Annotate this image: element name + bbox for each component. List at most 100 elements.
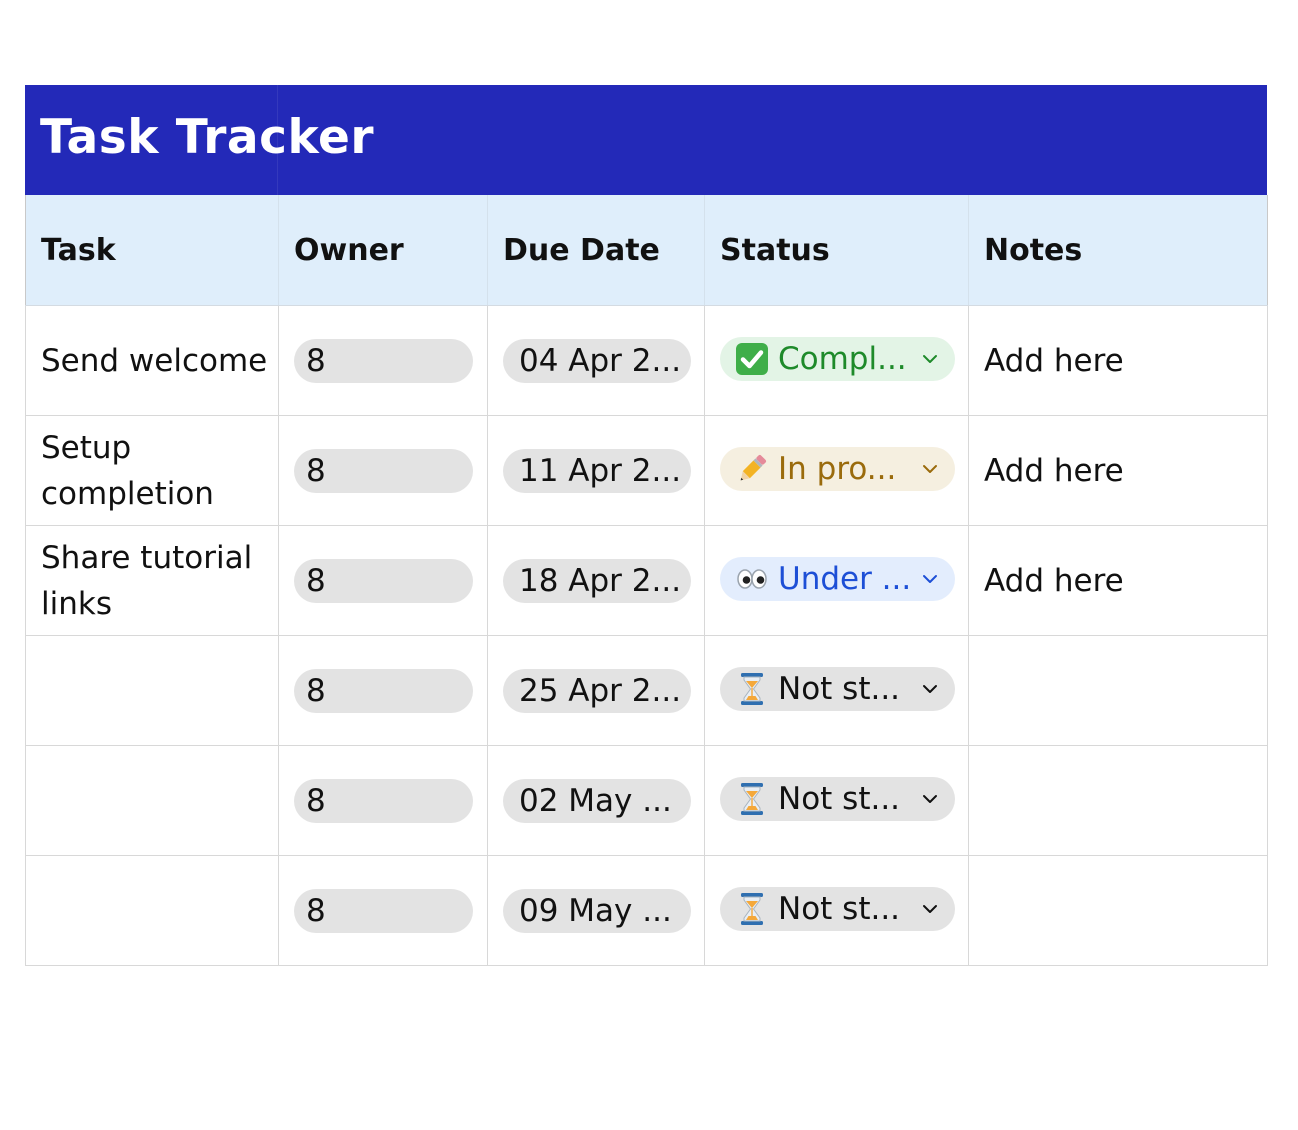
due-date-chip[interactable]: 11 Apr 2...: [503, 448, 691, 493]
due-date-value: 09 May ...: [519, 892, 672, 929]
table-row: Share tutorial links 8 18 Apr 2... Under ..…: [25, 525, 1268, 636]
chevron-down-icon[interactable]: [915, 464, 945, 474]
task-name: Share tutorial links: [41, 539, 253, 622]
notes-cell[interactable]: [968, 745, 1268, 856]
status-cell: Not st...: [704, 855, 969, 966]
chevron-down-icon[interactable]: [915, 794, 945, 804]
due-date-chip[interactable]: 02 May ...: [503, 778, 691, 823]
task-cell[interactable]: [25, 745, 279, 856]
chevron-down-icon[interactable]: [915, 904, 945, 914]
header-row: Task Owner Due Date Status Notes: [25, 195, 1268, 306]
task-table: Task Owner Due Date Status Notes Send we…: [25, 195, 1268, 966]
owner-chip[interactable]: 8: [294, 558, 473, 603]
due-date-value: 02 May ...: [519, 782, 672, 819]
owner-chip[interactable]: 8: [294, 668, 473, 713]
task-cell[interactable]: Share tutorial links: [25, 525, 279, 636]
due-date-value: 11 Apr 2...: [519, 452, 682, 489]
owner-value: 8: [306, 562, 326, 599]
status-label: Compl...: [778, 341, 907, 377]
owner-cell: 8: [278, 745, 488, 856]
check-mark-icon: [734, 342, 770, 376]
due-date-chip[interactable]: 18 Apr 2...: [503, 558, 691, 603]
owner-value: 8: [306, 342, 326, 379]
task-cell[interactable]: Send welcome: [25, 305, 279, 416]
task-name: Setup completion: [41, 429, 214, 512]
due-date-cell: 09 May ...: [487, 855, 705, 966]
owner-chip[interactable]: 8: [294, 778, 473, 823]
chevron-down-icon[interactable]: [915, 684, 945, 694]
column-header-task[interactable]: Task: [25, 195, 279, 306]
status-dropdown[interactable]: Under ...: [720, 557, 955, 601]
table-row: 8 25 Apr 2... Not st...: [25, 635, 1268, 746]
owner-value: 8: [306, 892, 326, 929]
task-cell[interactable]: [25, 855, 279, 966]
due-date-value: 04 Apr 2...: [519, 342, 682, 379]
hourglass-icon: [734, 892, 770, 926]
table-row: Send welcome 8 04 Apr 2... Compl... Add here: [25, 305, 1268, 416]
due-date-value: 25 Apr 2...: [519, 672, 682, 709]
owner-chip[interactable]: 8: [294, 448, 473, 493]
owner-chip[interactable]: 8: [294, 888, 473, 933]
status-cell: In pro...: [704, 415, 969, 526]
status-dropdown[interactable]: Compl...: [720, 337, 955, 381]
status-label: Under ...: [778, 561, 912, 597]
owner-value: 8: [306, 452, 326, 489]
title-bar: Task Tracker: [25, 85, 1267, 195]
notes-value: Add here: [984, 452, 1124, 489]
owner-cell: 8: [278, 415, 488, 526]
due-date-value: 18 Apr 2...: [519, 562, 682, 599]
owner-chip[interactable]: 8: [294, 338, 473, 383]
hourglass-icon: [734, 782, 770, 816]
status-label: Not st...: [778, 891, 901, 927]
notes-cell[interactable]: Add here: [968, 525, 1268, 636]
status-cell: Compl...: [704, 305, 969, 416]
due-date-cell: 25 Apr 2...: [487, 635, 705, 746]
hourglass-icon: [734, 672, 770, 706]
due-date-cell: 04 Apr 2...: [487, 305, 705, 416]
table-row: Setup completion 8 11 Apr 2... In pro... Add…: [25, 415, 1268, 526]
due-date-chip[interactable]: 09 May ...: [503, 888, 691, 933]
owner-cell: 8: [278, 305, 488, 416]
status-label: In pro...: [778, 451, 897, 487]
notes-cell[interactable]: Add here: [968, 415, 1268, 526]
due-date-cell: 18 Apr 2...: [487, 525, 705, 636]
status-cell: Not st...: [704, 635, 969, 746]
status-dropdown[interactable]: In pro...: [720, 447, 955, 491]
status-dropdown[interactable]: Not st...: [720, 667, 955, 711]
chevron-down-icon[interactable]: [915, 354, 945, 364]
owner-cell: 8: [278, 855, 488, 966]
task-tracker: Task Tracker Task Owner Due Date Status …: [25, 85, 1268, 966]
status-cell: Under ...: [704, 525, 969, 636]
column-header-owner[interactable]: Owner: [278, 195, 488, 306]
column-header-notes[interactable]: Notes: [968, 195, 1268, 306]
due-date-cell: 02 May ...: [487, 745, 705, 856]
status-cell: Not st...: [704, 745, 969, 856]
column-header-due-date[interactable]: Due Date: [487, 195, 705, 306]
task-name: Send welcome: [41, 342, 268, 379]
owner-cell: 8: [278, 525, 488, 636]
due-date-chip[interactable]: 04 Apr 2...: [503, 338, 691, 383]
chevron-down-icon[interactable]: [915, 574, 945, 584]
table-row: 8 09 May ... Not st...: [25, 855, 1268, 966]
notes-value: Add here: [984, 562, 1124, 599]
pencil-icon: [734, 452, 770, 486]
status-label: Not st...: [778, 671, 901, 707]
status-dropdown[interactable]: Not st...: [720, 887, 955, 931]
notes-cell[interactable]: [968, 635, 1268, 746]
due-date-cell: 11 Apr 2...: [487, 415, 705, 526]
task-cell[interactable]: [25, 635, 279, 746]
notes-cell[interactable]: Add here: [968, 305, 1268, 416]
task-cell[interactable]: Setup completion: [25, 415, 279, 526]
column-header-status[interactable]: Status: [704, 195, 969, 306]
owner-value: 8: [306, 672, 326, 709]
owner-cell: 8: [278, 635, 488, 746]
owner-value: 8: [306, 782, 326, 819]
page-title: Task Tracker: [40, 110, 375, 165]
notes-value: Add here: [984, 342, 1124, 379]
due-date-chip[interactable]: 25 Apr 2...: [503, 668, 691, 713]
status-label: Not st...: [778, 781, 901, 817]
eyes-icon: [734, 562, 770, 596]
table-row: 8 02 May ... Not st...: [25, 745, 1268, 856]
status-dropdown[interactable]: Not st...: [720, 777, 955, 821]
notes-cell[interactable]: [968, 855, 1268, 966]
